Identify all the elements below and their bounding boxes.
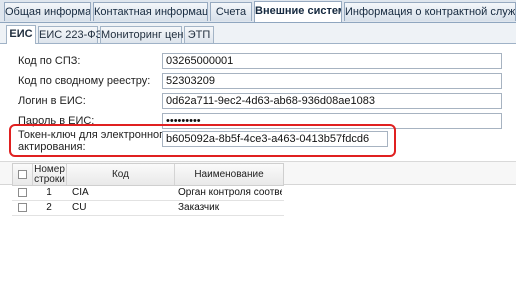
row-number: 2 xyxy=(46,202,52,213)
header-row-number-line1: Номер xyxy=(34,163,65,175)
header-name[interactable]: Наименование xyxy=(175,164,283,185)
row-checkbox[interactable] xyxy=(18,188,27,197)
tab-external-systems[interactable]: Внешние системы xyxy=(254,1,342,22)
tab-general-info[interactable]: Общая информация xyxy=(4,2,91,21)
sub-tab-bar: ЕИС ЕИС 223-ФЗ Мониторинг цен ЭТП xyxy=(0,23,516,44)
row-code: CIA xyxy=(72,187,89,198)
subtab-etp[interactable]: ЭТП xyxy=(184,26,214,43)
header-code[interactable]: Код xyxy=(67,164,175,185)
eis-login-label: Логин в ЕИС: xyxy=(18,95,86,107)
registry-code-label: Код по сводному реестру: xyxy=(18,75,151,87)
top-tab-bar: Общая информация Контактная информация С… xyxy=(0,0,516,23)
tab-accounts[interactable]: Счета xyxy=(210,2,252,21)
subtab-eis[interactable]: ЕИС xyxy=(6,25,36,44)
spz-code-label: Код по СПЗ: xyxy=(18,55,81,67)
table-row[interactable]: 2 CU Заказчик xyxy=(12,201,284,216)
row-number: 1 xyxy=(46,187,52,198)
tab-contact-info[interactable]: Контактная информация xyxy=(93,2,208,21)
subtab-price-monitoring[interactable]: Мониторинг цен xyxy=(100,26,183,43)
external-systems-panel: ЕИС ЕИС 223-ФЗ Мониторинг цен ЭТП Код по… xyxy=(0,23,516,290)
header-row-number-line2: строки xyxy=(34,173,65,185)
row-checkbox[interactable] xyxy=(18,203,27,212)
spz-code-field[interactable]: 03265000001 xyxy=(162,53,502,69)
row-code: CU xyxy=(72,202,87,213)
subtab-eis-223[interactable]: ЕИС 223-ФЗ xyxy=(38,26,102,43)
tab-contract-service[interactable]: Информация о контрактной службе xyxy=(344,2,516,21)
row-name: Заказчик xyxy=(178,202,220,213)
select-all-checkbox[interactable] xyxy=(18,170,27,179)
token-highlight-box xyxy=(9,124,396,157)
header-row-number[interactable]: Номер строки xyxy=(33,164,67,185)
row-name: Орган контроля соответ... xyxy=(178,187,282,198)
eis-login-field[interactable]: 0d62a711-9ec2-4d63-ab68-936d08ae1083 xyxy=(162,93,502,109)
registry-code-field[interactable]: 52303209 xyxy=(162,73,502,89)
header-select-all[interactable] xyxy=(13,164,33,185)
grid-header: Номер строки Код Наименование xyxy=(12,163,284,186)
table-row[interactable]: 1 CIA Орган контроля соответ... xyxy=(12,186,284,201)
